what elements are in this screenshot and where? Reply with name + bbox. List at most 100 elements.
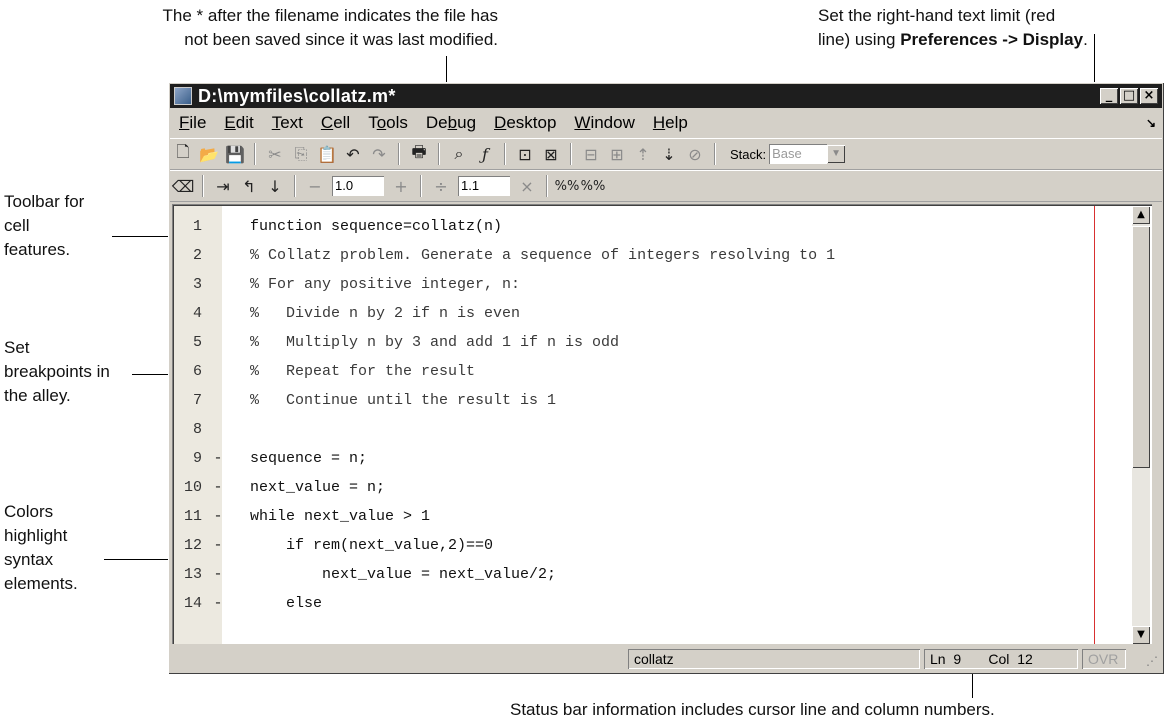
code-line[interactable]: 11- while next_value > 1 [174, 502, 1132, 531]
menu-desktop[interactable]: Desktop [485, 113, 565, 133]
undo-icon[interactable]: ↶ [342, 143, 364, 165]
title-bar[interactable]: D:\mymfiles\collatz.m* _ □ × [170, 84, 1162, 108]
continue-icon[interactable]: ⇣ [658, 143, 680, 165]
menu-file[interactable]: File [170, 113, 215, 133]
resize-grip-icon[interactable]: ⋰ [1146, 654, 1158, 668]
step-in-icon[interactable]: ⊞ [606, 143, 628, 165]
code-text: function sequence=collatz(n) [250, 218, 503, 235]
eval-cell-icon[interactable]: ⌫ [172, 175, 195, 197]
next-cell-icon[interactable]: ↓ [264, 175, 286, 197]
line-number: 6 [192, 363, 202, 380]
decrement-icon[interactable]: − [304, 175, 326, 197]
clear-breakpoints-icon[interactable]: ⊠ [540, 143, 562, 165]
open-file-icon[interactable]: 📂 [198, 143, 220, 165]
breakpoint-marker[interactable]: - [212, 560, 224, 589]
line-number: 13 [183, 566, 202, 583]
callout-text: Colors [4, 502, 54, 521]
line-number: 2 [192, 247, 202, 264]
exit-debug-icon[interactable]: ⊘ [684, 143, 706, 165]
app-icon[interactable] [174, 87, 192, 105]
code-line[interactable]: 9- sequence = n; [174, 444, 1132, 473]
code-line[interactable]: 10- next_value = n; [174, 473, 1132, 502]
copy-icon[interactable]: ⎘ [290, 143, 312, 165]
divide-icon[interactable]: ÷ [430, 175, 452, 197]
toolbar-separator [420, 175, 422, 197]
function-icon[interactable]: ƒ [474, 143, 496, 165]
code-line[interactable]: 5 % Multiply n by 3 and add 1 if n is odd [174, 328, 1132, 357]
stack-label: Stack: [730, 146, 767, 162]
line-number: 11 [183, 508, 202, 525]
save-icon[interactable]: 💾 [224, 143, 246, 165]
menu-window[interactable]: Window [565, 113, 643, 133]
code-line[interactable]: 4 % Divide n by 2 if n is even [174, 299, 1132, 328]
step-out-icon[interactable]: ⇡ [632, 143, 654, 165]
paste-icon[interactable]: 📋 [316, 143, 338, 165]
decrement-value-input[interactable]: 1.0 [332, 176, 384, 196]
line-number: 5 [192, 334, 202, 351]
toolbar-separator [254, 143, 256, 165]
stack-select[interactable]: Base [769, 144, 828, 164]
callout-text-limit: Set the right-hand text limit (red line)… [818, 4, 1163, 52]
callout-text: line) using Preferences -> Display. [818, 30, 1088, 49]
code-comment: % Divide n by 2 if n is even [250, 305, 521, 322]
scroll-up-icon[interactable]: ▲ [1132, 206, 1150, 224]
set-breakpoint-icon[interactable]: ⊡ [514, 143, 536, 165]
scroll-down-icon[interactable]: ▼ [1132, 626, 1150, 644]
code-line[interactable]: 12- if rem(next_value,2)==0 [174, 531, 1132, 560]
breakpoint-marker[interactable]: - [212, 473, 224, 502]
code-line[interactable]: 6 % Repeat for the result [174, 357, 1132, 386]
code-editor[interactable]: 1 function sequence=collatz(n) 2 % Collatz … [172, 204, 1152, 644]
callout-leader [112, 236, 172, 237]
code-comment: % Repeat for the result [250, 363, 476, 380]
insert-cell-divider-icon[interactable]: %% [555, 175, 580, 197]
breakpoint-marker[interactable]: - [212, 589, 224, 618]
chevron-down-icon[interactable]: ▼ [827, 145, 846, 163]
code-line[interactable]: 8 [174, 415, 1132, 444]
code-line[interactable]: 3 % For any positive integer, n: [174, 270, 1132, 299]
redo-icon[interactable]: ↷ [368, 143, 390, 165]
step-icon[interactable]: ⊟ [580, 143, 602, 165]
code-line[interactable]: 7 % Continue until the result is 1 [174, 386, 1132, 415]
menu-help[interactable]: Help [644, 113, 697, 133]
scroll-thumb[interactable] [1132, 226, 1150, 468]
menu-debug[interactable]: Debug [417, 113, 485, 133]
callout-text: the alley. [4, 386, 71, 405]
menu-cell[interactable]: Cell [312, 113, 359, 133]
find-icon[interactable]: ⌕ [448, 143, 470, 165]
callout-text: Set the right-hand text limit (red [818, 6, 1056, 25]
increment-icon[interactable]: + [390, 175, 412, 197]
multiply-icon[interactable]: × [516, 175, 538, 197]
vertical-scrollbar[interactable]: ▲ ▼ [1132, 206, 1150, 644]
print-icon[interactable]: 🖶 [408, 142, 430, 165]
code-comment: % Continue until the result is 1 [250, 392, 557, 409]
breakpoint-marker[interactable]: - [212, 502, 224, 531]
code-line[interactable]: 14- else [174, 589, 1132, 618]
breakpoint-marker[interactable]: - [212, 444, 224, 473]
new-file-icon[interactable]: 🗋 [172, 142, 194, 165]
code-text: next_value = next_value/2; [250, 566, 557, 583]
prev-cell-icon[interactable]: ↰ [238, 175, 260, 197]
maximize-button[interactable]: □ [1120, 88, 1138, 104]
menu-edit[interactable]: Edit [215, 113, 262, 133]
undock-icon[interactable]: ↘ [1146, 116, 1156, 130]
code-text: next_value = n; [250, 479, 386, 496]
toolbar-separator [202, 175, 204, 197]
code-line[interactable]: 13- next_value = next_value/2; [174, 560, 1132, 589]
code-line[interactable]: 1 function sequence=collatz(n) [174, 212, 1132, 241]
code-line[interactable]: 2 % Collatz problem. Generate a sequence … [174, 241, 1132, 270]
code-text: sequence = n; [250, 450, 368, 467]
window-title: D:\mymfiles\collatz.m* [198, 85, 396, 106]
cut-icon[interactable]: ✂ [264, 143, 286, 165]
callout-syntax-colors: Colors highlight syntax elements. [4, 500, 78, 596]
divide-value-input[interactable]: 1.1 [458, 176, 510, 196]
menu-text[interactable]: Text [263, 113, 312, 133]
editor-toolbar: 🗋 📂 💾 ✂ ⎘ 📋 ↶ ↷ 🖶 ⌕ ƒ ⊡ ⊠ ⊟ ⊞ ⇡ ⇣ ⊘ Stac… [170, 138, 1162, 170]
line-number: 8 [192, 421, 202, 438]
minimize-button[interactable]: _ [1100, 88, 1118, 104]
col-label: Col [988, 651, 1010, 667]
close-button[interactable]: × [1140, 88, 1158, 104]
cell-options-icon[interactable]: %% [581, 175, 606, 197]
eval-cell-advance-icon[interactable]: ⇥ [212, 175, 234, 197]
breakpoint-marker[interactable]: - [212, 531, 224, 560]
menu-tools[interactable]: Tools [359, 113, 417, 133]
